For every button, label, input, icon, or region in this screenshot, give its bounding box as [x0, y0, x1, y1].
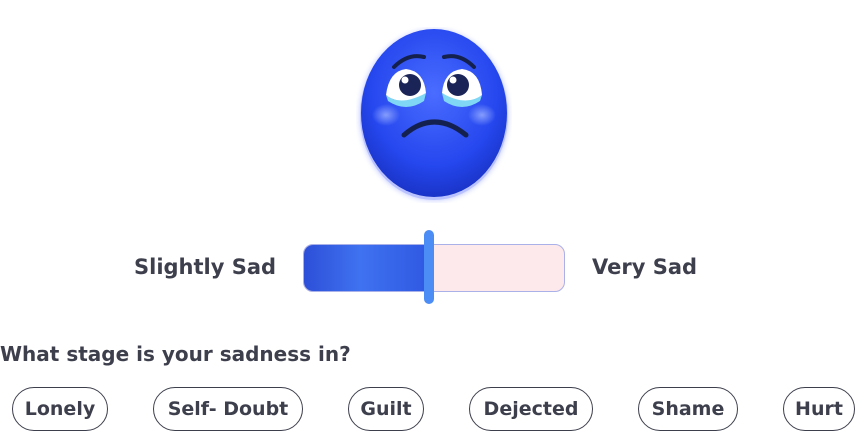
sad-face-icon [360, 29, 508, 200]
option-chip-dejected[interactable]: Dejected [469, 387, 593, 431]
option-chip-guilt[interactable]: Guilt [348, 387, 424, 431]
slider-track[interactable] [303, 244, 565, 292]
scale-max-label: Very Sad [592, 255, 698, 279]
sadness-stage-question: What stage is your sadness in? [0, 342, 351, 366]
sadness-level-slider[interactable] [303, 230, 565, 304]
scale-min-label: Slightly Sad [134, 255, 277, 279]
slider-handle[interactable] [423, 230, 434, 304]
option-chip-self-doubt[interactable]: Self- Doubt [153, 387, 303, 431]
option-chip-shame[interactable]: Shame [638, 387, 738, 431]
option-chip-hurt[interactable]: Hurt [783, 387, 855, 431]
option-chip-lonely[interactable]: Lonely [12, 387, 108, 431]
slider-fill [304, 245, 429, 291]
